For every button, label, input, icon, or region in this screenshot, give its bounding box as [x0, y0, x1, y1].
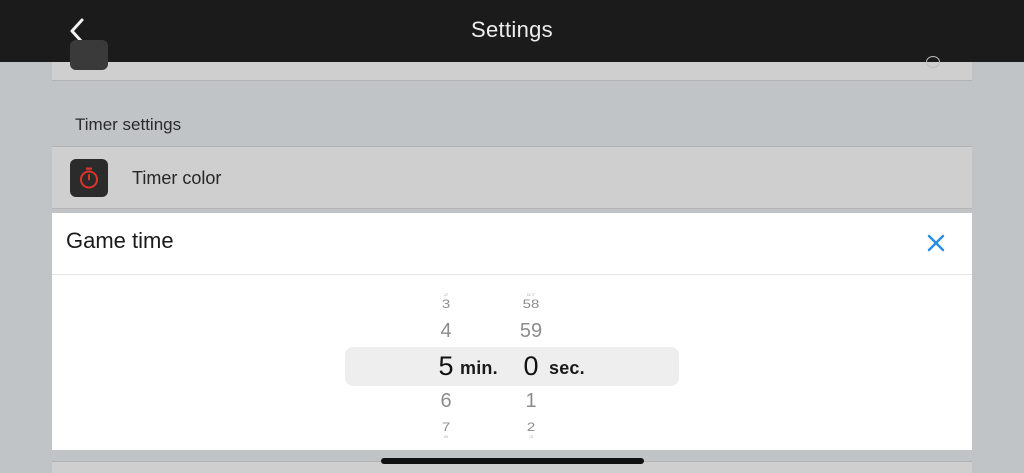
seconds-option[interactable]: 59: [507, 321, 555, 341]
minutes-option[interactable]: 3: [422, 298, 470, 310]
seconds-option[interactable]: 2: [507, 421, 555, 433]
seconds-unit: sec.: [549, 358, 585, 378]
list-item[interactable]: [52, 40, 972, 81]
minutes-option[interactable]: 8: [422, 435, 470, 439]
close-button[interactable]: [920, 227, 952, 259]
seconds-selected[interactable]: 0: [507, 353, 555, 380]
seconds-option[interactable]: 1: [507, 391, 555, 411]
minutes-unit: min.: [460, 358, 498, 378]
seconds-wheel[interactable]: 57 58 59 0 1 2 3 sec.: [507, 276, 612, 450]
minutes-option[interactable]: 4: [422, 321, 470, 341]
section-header: Timer settings: [75, 115, 182, 134]
page-title: Settings: [471, 17, 553, 42]
timer-color-row[interactable]: Timer color: [52, 146, 972, 209]
time-picker[interactable]: 2 3 4 5 6 7 8 min. 57 58 59 0 1 2 3 sec.: [52, 276, 972, 450]
minutes-option[interactable]: 7: [422, 421, 470, 433]
minutes-option[interactable]: 6: [422, 391, 470, 411]
seconds-option[interactable]: 3: [507, 435, 555, 439]
sheet-title: Game time: [66, 228, 174, 253]
sheet-header: Game time: [52, 213, 972, 275]
indicator-icon: [926, 56, 940, 68]
home-indicator[interactable]: [381, 458, 644, 464]
seconds-option[interactable]: 58: [507, 298, 555, 310]
setting-icon: [70, 40, 108, 70]
game-time-sheet: Game time 2 3 4 5 6 7 8 min. 57 58 59 0 …: [52, 213, 972, 450]
minutes-option[interactable]: 2: [422, 293, 470, 297]
close-icon: [927, 234, 945, 252]
seconds-option[interactable]: 57: [507, 293, 555, 297]
timer-color-label: Timer color: [132, 168, 222, 188]
navigation-bar: Settings: [0, 0, 1024, 62]
stopwatch-icon: [70, 159, 108, 197]
